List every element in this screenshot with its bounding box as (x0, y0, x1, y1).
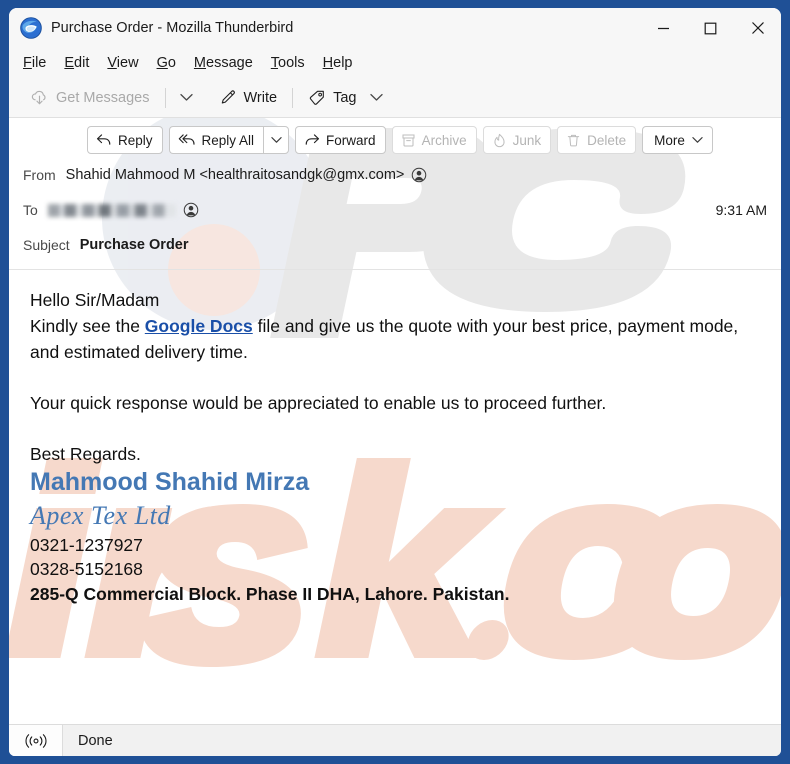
reply-all-dropdown[interactable] (263, 126, 290, 154)
signature-name: Mahmood Shahid Mirza (30, 468, 310, 497)
title-bar: Purchase Order - Mozilla Thunderbird (9, 8, 781, 48)
signature-phone-1: 0321-1237927 (30, 534, 143, 555)
menu-view[interactable]: View (107, 55, 138, 71)
forward-arrow-icon (304, 133, 320, 147)
menu-edit[interactable]: Edit (64, 55, 89, 71)
delete-button[interactable]: Delete (557, 126, 637, 154)
archive-button[interactable]: Archive (391, 126, 477, 154)
message-pane: Reply Reply All Forward Archive Junk Del… (9, 118, 781, 724)
reply-all-label: Reply All (201, 132, 255, 148)
body-spacer-2 (30, 417, 765, 442)
status-bar: Done (9, 724, 781, 756)
thunderbird-window: Purchase Order - Mozilla Thunderbird Fil… (9, 8, 781, 756)
archive-box-icon (401, 133, 416, 148)
status-text: Done (78, 732, 113, 749)
tag-dropdown[interactable] (363, 83, 389, 113)
message-time: 9:31 AM (715, 202, 767, 218)
to-value-redacted[interactable] (47, 203, 176, 217)
cloud-download-icon (30, 88, 49, 107)
contact-avatar-icon[interactable] (183, 202, 199, 218)
pencil-icon (219, 89, 237, 107)
signature-address: 285-Q Commercial Block. Phase II DHA, La… (30, 584, 510, 605)
from-label: From (23, 167, 56, 183)
toolbar-divider-1 (164, 87, 166, 108)
minimize-button[interactable] (640, 8, 687, 48)
subject-row: Subject Purchase Order (9, 232, 781, 258)
get-messages-label: Get Messages (56, 89, 150, 106)
message-action-toolbar: Reply Reply All Forward Archive Junk Del… (9, 120, 781, 160)
message-body: Hello Sir/Madam Kindly see the Google Do… (9, 270, 781, 724)
online-status-icon[interactable] (9, 725, 63, 756)
reply-arrow-icon (96, 133, 112, 147)
menu-go[interactable]: Go (157, 55, 176, 71)
google-docs-link[interactable]: Google Docs (145, 316, 253, 336)
tag-icon (308, 89, 326, 107)
menu-help[interactable]: Help (323, 55, 353, 71)
reply-label: Reply (118, 132, 153, 148)
window-title: Purchase Order - Mozilla Thunderbird (51, 20, 294, 36)
delete-label: Delete (587, 132, 627, 148)
chevron-down-icon (692, 136, 703, 144)
window-controls (640, 8, 781, 48)
get-messages-button[interactable]: Get Messages (23, 83, 157, 113)
from-row: From Shahid Mahmood M <healthraitosandgk… (9, 162, 781, 188)
body-line-with-link: Kindly see the Google Docs file and give… (30, 314, 765, 366)
reply-button[interactable]: Reply (87, 126, 163, 154)
body-closing: Best Regards. (30, 443, 141, 464)
menu-bar: File Edit View Go Message Tools Help (9, 48, 781, 78)
maximize-button[interactable] (687, 8, 734, 48)
subject-label: Subject (23, 237, 70, 253)
thunderbird-logo-icon (20, 17, 42, 39)
from-value[interactable]: Shahid Mahmood M <healthraitosandgk@gmx.… (66, 167, 405, 183)
menu-file[interactable]: File (23, 55, 46, 71)
body-spacer-1 (30, 366, 765, 391)
main-toolbar: Get Messages Write Tag (9, 78, 781, 118)
menu-message[interactable]: Message (194, 55, 253, 71)
junk-label: Junk (512, 132, 542, 148)
menu-tools[interactable]: Tools (271, 55, 305, 71)
tag-label: Tag (333, 89, 357, 106)
reply-all-arrow-icon (178, 133, 196, 147)
reply-all-button[interactable]: Reply All (168, 126, 264, 154)
more-button[interactable]: More (642, 126, 713, 154)
subject-value: Purchase Order (79, 237, 189, 253)
close-button[interactable] (734, 8, 781, 48)
to-label: To (23, 202, 38, 218)
body-greeting: Hello Sir/Madam (30, 290, 160, 310)
junk-button[interactable]: Junk (482, 126, 552, 154)
trash-icon (566, 133, 581, 148)
more-label: More (654, 132, 685, 148)
tag-button[interactable]: Tag (301, 83, 363, 113)
signature-phone-2: 0328-5152168 (30, 559, 143, 580)
write-label: Write (243, 89, 278, 106)
forward-label: Forward (326, 132, 376, 148)
toolbar-divider-2 (292, 87, 294, 108)
signature-company: Apex Tex Ltd (30, 500, 171, 530)
contact-avatar-icon[interactable] (411, 167, 427, 183)
message-header: Reply Reply All Forward Archive Junk Del… (9, 118, 781, 270)
junk-flame-icon (492, 133, 507, 148)
reply-all-split-button: Reply All (168, 126, 290, 154)
to-row: To 9:31 AM (9, 197, 781, 223)
write-button[interactable]: Write (212, 83, 285, 113)
forward-button[interactable]: Forward (295, 126, 386, 154)
body-line2-before: Kindly see the (30, 315, 145, 336)
body-paragraph-2: Your quick response would be appreciated… (30, 392, 607, 413)
archive-label: Archive (421, 132, 467, 148)
get-messages-dropdown[interactable] (174, 83, 200, 113)
